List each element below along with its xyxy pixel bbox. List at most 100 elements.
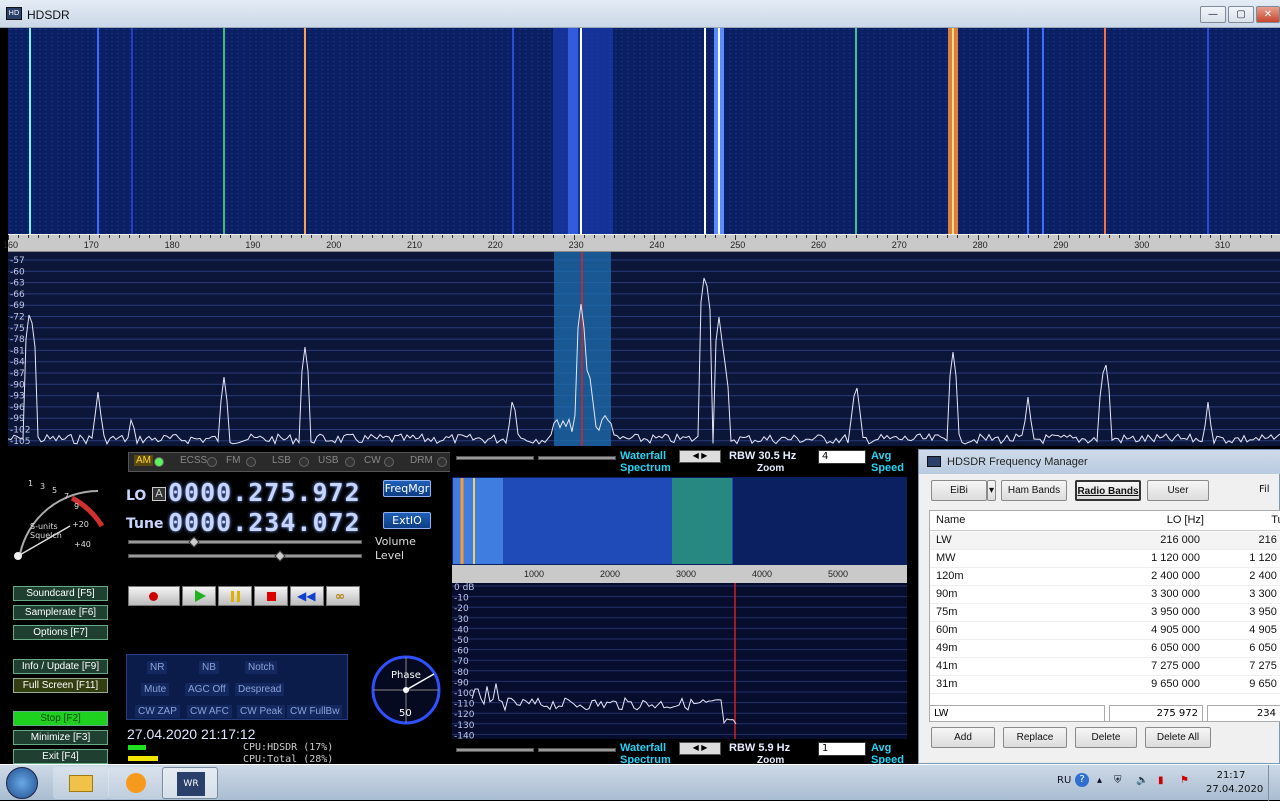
fm-tune-input[interactable]: 234 <box>1207 705 1280 722</box>
mode-usb-button[interactable]: USB <box>318 455 339 466</box>
media-player-taskbar-icon[interactable] <box>108 767 164 799</box>
show-desktop-button[interactable] <box>1268 765 1280 801</box>
volume-icon[interactable]: 🔈 <box>1136 775 1148 786</box>
fm-table[interactable]: Name LO [Hz]Tune [ LW 216 000 216 0 MW 1 120 0… <box>929 510 1280 722</box>
freq-tick <box>210 235 211 238</box>
mode-lsb-button[interactable]: LSB <box>272 455 291 466</box>
mode-drm-button[interactable]: DRM <box>410 455 433 466</box>
function-button-1[interactable]: Samplerate [F6] <box>13 605 108 620</box>
rewind-button[interactable]: ◀◀ <box>290 586 324 606</box>
maximize-window-button[interactable]: ▢ <box>1228 6 1254 23</box>
af-rbw-arrows[interactable]: ◀ ▶ <box>679 742 721 755</box>
power-icon[interactable]: ▮ <box>1158 775 1164 786</box>
dsp-notch-button[interactable]: Notch <box>245 661 278 674</box>
action-center-icon[interactable]: ⚑ <box>1180 775 1189 786</box>
fm-table-row[interactable]: 31m 9 650 000 9 650 0 <box>930 676 1280 694</box>
mode-cw-button[interactable]: CW <box>364 455 381 466</box>
clock[interactable]: 21:17 27.04.2020 <box>1206 769 1263 797</box>
db-label: -87 <box>10 369 25 379</box>
function-button-6[interactable]: Minimize [F3] <box>13 730 108 745</box>
rf-waterfall-slider-2[interactable] <box>538 456 616 460</box>
mode-fm-button[interactable]: FM <box>226 455 240 466</box>
fm-lo-input[interactable]: 275 972 <box>1109 705 1203 722</box>
fm-name-input[interactable]: LW <box>929 705 1105 722</box>
language-indicator[interactable]: RU <box>1057 775 1071 786</box>
fm-add-button[interactable]: Add <box>931 727 995 748</box>
fm-table-row[interactable]: 90m 3 300 000 3 300 0 <box>930 586 1280 604</box>
dsp-despread-button[interactable]: Despread <box>235 683 285 696</box>
fm-table-row[interactable]: 60m 4 905 000 4 905 0 <box>930 622 1280 640</box>
tray-expand-icon[interactable]: ▴ <box>1097 775 1102 786</box>
pause-button[interactable] <box>218 586 252 606</box>
fm-column-header[interactable]: Name <box>936 514 965 526</box>
eibi-dropdown[interactable]: ▾ <box>987 480 996 501</box>
fm-delete-button[interactable]: Delete <box>1075 727 1137 748</box>
fm-tab-user[interactable]: User <box>1147 480 1209 501</box>
help-icon[interactable]: ? <box>1075 773 1089 787</box>
rf-waterfall-slider-1[interactable] <box>456 456 534 460</box>
freqmgr-button[interactable]: FreqMgr <box>383 480 431 497</box>
af-waterfall[interactable] <box>452 477 907 565</box>
fm-table-row[interactable]: MW 1 120 000 1 120 0 <box>930 550 1280 568</box>
volume-slider-knob[interactable] <box>188 536 200 548</box>
fm-tab-ham-bands[interactable]: Ham Bands <box>1001 480 1067 501</box>
af-avg-select[interactable]: 1 <box>818 742 866 756</box>
af-waterfall-slider-2[interactable] <box>538 748 616 752</box>
rf-rbw-arrows[interactable]: ◀ ▶ <box>679 450 721 463</box>
fm-table-row[interactable]: LW 216 000 216 0 <box>930 532 1280 550</box>
af-display-controls: Waterfall Spectrum ◀ ▶ RBW 5.9 Hz Zoom 1… <box>450 740 908 766</box>
function-button-7[interactable]: Exit [F4] <box>13 749 108 764</box>
fm-column-header[interactable]: Tune [ <box>1206 514 1280 526</box>
dsp-mute-button[interactable]: Mute <box>141 683 170 696</box>
lo-lock-badge[interactable]: A <box>152 487 166 501</box>
fm-table-row[interactable]: 120m 2 400 000 2 400 0 <box>930 568 1280 586</box>
loop-button[interactable]: ∞ <box>326 586 360 606</box>
play-button[interactable] <box>182 586 216 606</box>
rf-waterfall[interactable] <box>8 28 1280 234</box>
hdsdr-taskbar-icon[interactable]: WR <box>162 767 218 799</box>
function-button-5[interactable]: Stop [F2] <box>13 711 108 726</box>
freq-tick <box>472 235 474 238</box>
network-icon[interactable]: ⛨ <box>1114 775 1122 786</box>
explorer-taskbar-icon[interactable] <box>53 767 109 799</box>
rf-spectrum[interactable]: -57 -60 -63 -66 -69 -72 -75 -78 -81 -84 -87 -90 -93-… <box>8 252 1280 446</box>
function-button-4[interactable]: Full Screen [F11] <box>13 678 108 693</box>
mode-ecss-button[interactable]: ECSS <box>180 455 207 466</box>
mode-am-button[interactable]: AM <box>134 455 153 466</box>
rf-avg-select[interactable]: 4 <box>818 450 866 464</box>
level-slider[interactable] <box>128 554 362 558</box>
dsp-cw-zap-button[interactable]: CW ZAP <box>135 705 180 718</box>
dsp-nb-button[interactable]: NB <box>199 661 219 674</box>
extio-button[interactable]: ExtIO <box>383 512 431 529</box>
fm-table-row[interactable]: 49m 6 050 000 6 050 0 <box>930 640 1280 658</box>
fm-tab-eibi[interactable]: EiBi <box>931 480 987 501</box>
lo-frequency[interactable]: 0000.275.972 <box>168 478 361 507</box>
dsp-nr-button[interactable]: NR <box>147 661 168 674</box>
fm-column-header[interactable]: LO [Hz] <box>1108 514 1204 526</box>
dsp-cw-fullbw-button[interactable]: CW FullBw <box>287 705 343 718</box>
volume-slider[interactable] <box>128 540 362 544</box>
af-spectrum[interactable]: 0 dB-10-20-30-40-50-60-70-80-90-100-110-… <box>452 583 907 739</box>
tune-frequency[interactable]: 0000.234.072 <box>168 508 361 537</box>
fm-delete-all-button[interactable]: Delete All <box>1145 727 1211 748</box>
freq-tick <box>1108 235 1110 238</box>
start-button[interactable] <box>6 767 38 799</box>
close-window-button[interactable]: ✕ <box>1256 6 1280 23</box>
level-slider-knob[interactable] <box>274 550 286 562</box>
function-button-3[interactable]: Info / Update [F9] <box>13 659 108 674</box>
fm-table-row[interactable]: 41m 7 275 000 7 275 0 <box>930 658 1280 676</box>
function-button-2[interactable]: Options [F7] <box>13 625 108 640</box>
dsp-cw-afc-button[interactable]: CW AFC <box>187 705 232 718</box>
dsp-agc-off-button[interactable]: AGC Off <box>185 683 229 696</box>
freq-tick <box>1270 235 1272 238</box>
record-button[interactable] <box>128 586 180 606</box>
minimize-window-button[interactable]: — <box>1200 6 1226 23</box>
function-button-0[interactable]: Soundcard [F5] <box>13 586 108 601</box>
stop-button[interactable] <box>254 586 288 606</box>
af-waterfall-slider-1[interactable] <box>456 748 534 752</box>
frequency-axis[interactable]: 160 170 180 190 200 210 220 230 240 250 260 270 280 2… <box>3 234 1280 252</box>
fm-tab-radio-bands[interactable]: Radio Bands <box>1075 480 1141 501</box>
fm-table-row[interactable]: 75m 3 950 000 3 950 0 <box>930 604 1280 622</box>
fm-replace-button[interactable]: Replace <box>1003 727 1067 748</box>
dsp-cw-peak-button[interactable]: CW Peak <box>237 705 286 718</box>
